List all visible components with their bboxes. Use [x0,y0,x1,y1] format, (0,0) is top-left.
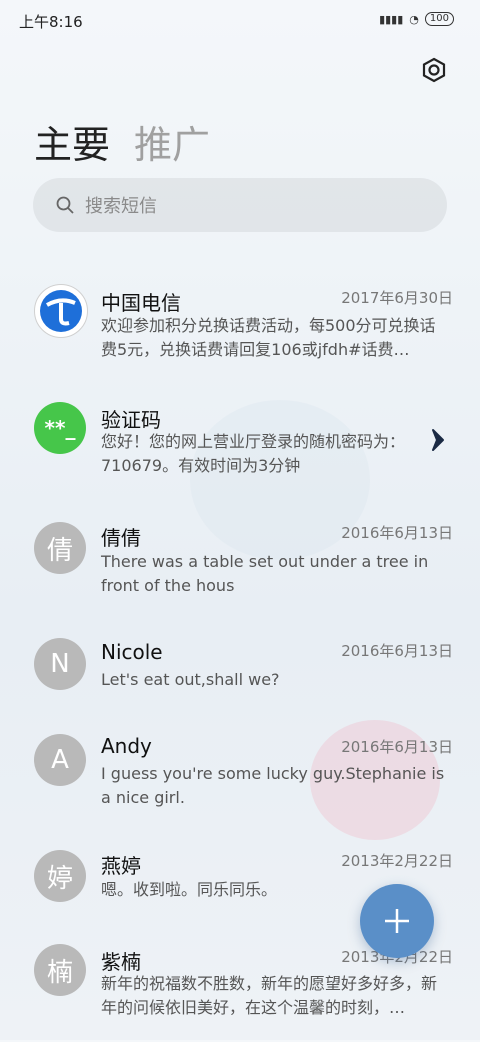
message-row[interactable]: 中国电信 2017年6月30日 欢迎参加积分兑换话费活动，每500分可兑换话费5… [0,268,480,378]
status-icons: ▮▮▮▮ ◔ 100 [379,12,454,26]
contact-name: 倩倩 [101,526,141,550]
status-time: 上午8:16 [19,13,83,31]
contact-name: 燕婷 [101,854,141,878]
battery-icon: 100 [424,12,454,26]
message-date: 2017年6月30日 [341,289,453,307]
avatar: 倩 [34,522,86,574]
signal-icon: ▮▮▮▮ [379,12,404,26]
contact-name: Andy [101,734,152,758]
settings-gear-icon [422,57,446,83]
message-date: 2013年2月22日 [341,852,453,870]
message-row[interactable]: **_ 验证码 您好！您的网上营业厅登录的随机密码为：710679。有效时间为3… [0,390,480,500]
tab-bar: 主要 推广 [34,114,210,169]
message-preview: 欢迎参加积分兑换话费活动，每500分可兑换话费5元，兑换话费请回复106或jfd… [101,316,436,359]
message-date: 2016年6月13日 [341,524,453,542]
chevron-right-icon[interactable] [428,427,448,453]
avatar: 楠 [34,944,86,996]
contact-name: 紫楠 [101,950,141,974]
message-date: 2016年6月13日 [341,642,453,660]
avatar: **_ [34,402,86,454]
message-preview: Let's eat out,shall we? [101,670,280,689]
contact-name: 中国电信 [101,291,181,315]
status-bar: 上午8:16 ▮▮▮▮ ◔ 100 [0,0,480,42]
message-preview: 新年的祝福数不胜数，新年的愿望好多好多，新年的问候依旧美好，在这个温馨的时刻，… [101,974,438,1017]
message-preview: 您好！您的网上营业厅登录的随机密码为：710679。有效时间为3分钟 [101,432,406,475]
settings-button[interactable] [418,54,450,86]
tab-promo[interactable]: 推广 [134,114,210,169]
china-telecom-logo-icon [40,290,82,332]
avatar: A [34,734,86,786]
avatar: 婷 [34,850,86,902]
contact-name: 验证码 [101,408,161,432]
new-message-button[interactable] [360,884,434,958]
message-preview: There was a table set out under a tree i… [101,552,429,595]
contact-name: Nicole [101,640,163,664]
plus-icon [385,909,409,933]
message-row[interactable]: A Andy 2016年6月13日 I guess you're some lu… [0,730,480,840]
tab-main[interactable]: 主要 [34,114,110,169]
message-date: 2016年6月13日 [341,738,453,756]
avatar [34,284,88,338]
message-preview: I guess you're some lucky guy.Stephanie … [101,764,445,807]
search-icon [56,196,74,214]
wifi-icon: ◔ [409,12,419,26]
message-row[interactable]: 倩 倩倩 2016年6月13日 There was a table set ou… [0,508,480,618]
message-row[interactable]: N Nicole 2016年6月13日 Let's eat out,shall … [0,626,480,716]
message-row[interactable]: 楠 紫楠 2013年2月22日 新年的祝福数不胜数，新年的愿望好多好多，新年的问… [0,942,480,1042]
avatar: N [34,638,86,690]
search-placeholder: 搜索短信 [85,196,157,217]
search-input[interactable]: 搜索短信 [33,178,447,232]
